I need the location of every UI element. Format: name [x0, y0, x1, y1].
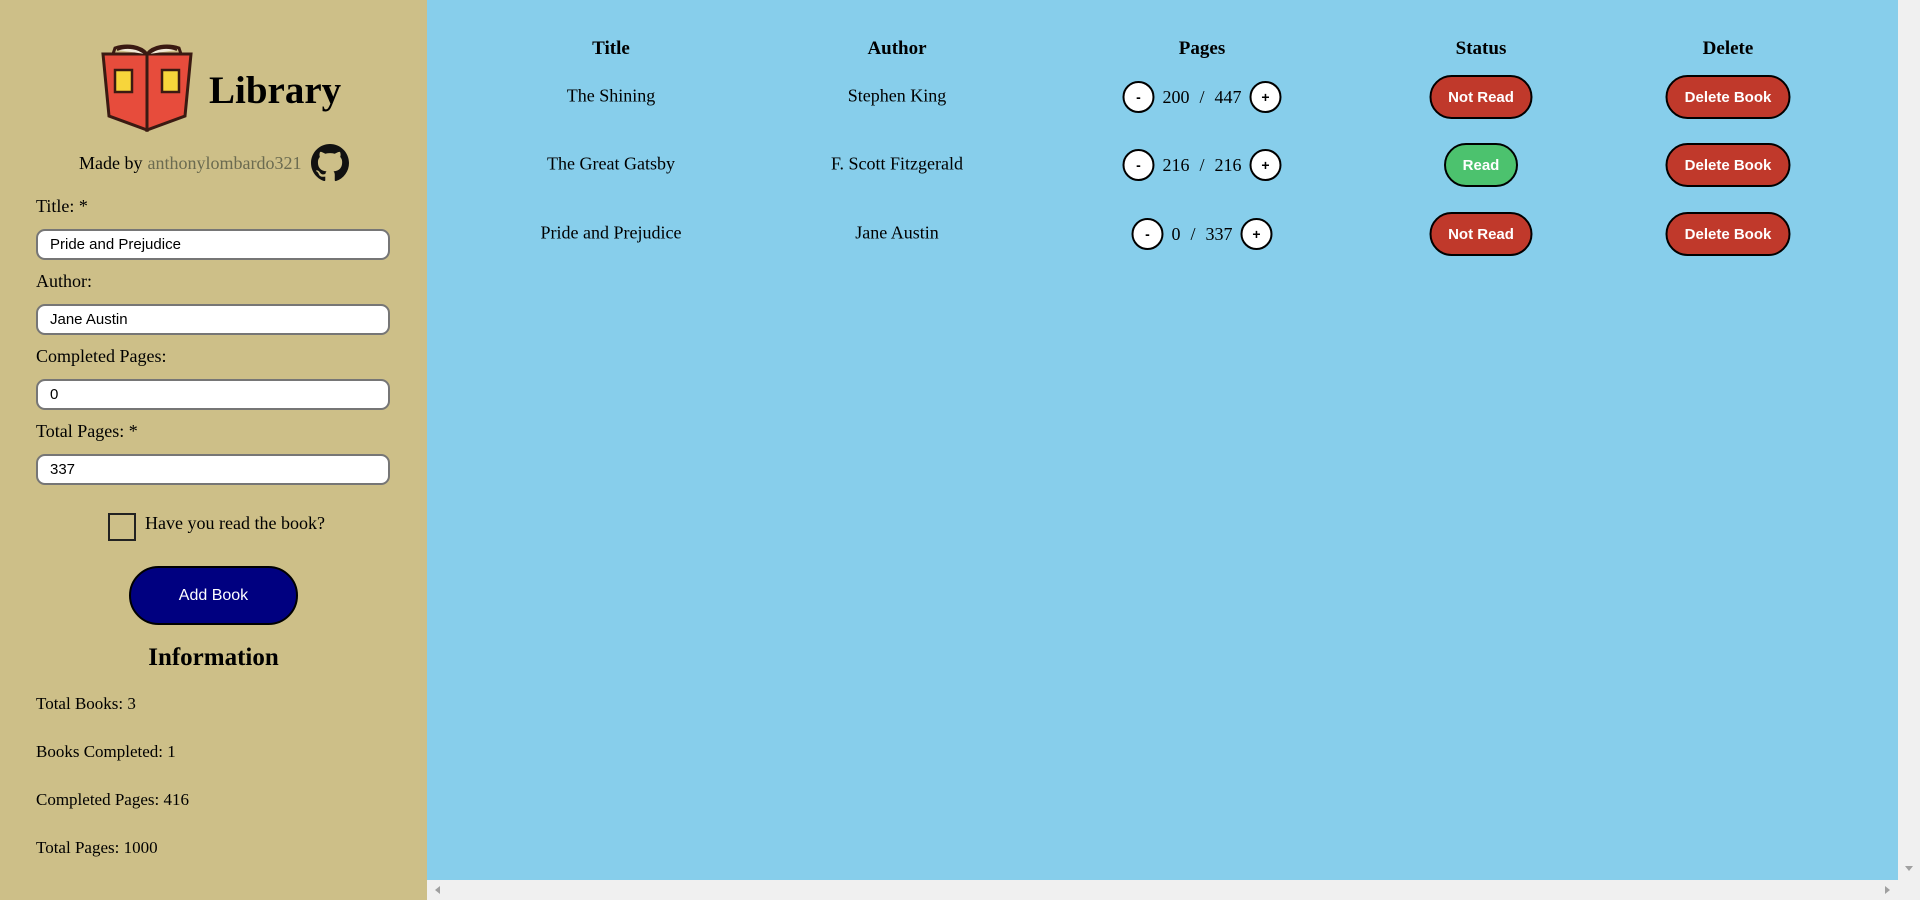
header-pages: Pages	[1178, 38, 1226, 59]
completed-pages-input[interactable]: 0	[36, 379, 390, 410]
author-link[interactable]: anthonylombardo321	[147, 153, 301, 174]
increment-pages-button[interactable]: +	[1240, 218, 1273, 250]
books-completed-stat: Books Completed: 1	[36, 742, 176, 761]
header-title: Title	[592, 38, 630, 59]
app-header: Library	[97, 40, 341, 137]
book-author-cell: F. Scott Fitzgerald	[830, 153, 964, 174]
information-heading: Information	[148, 644, 279, 671]
status-toggle-button[interactable]: Not Read	[1429, 75, 1533, 119]
total-books-stat: Total Books: 3	[36, 694, 136, 713]
completed-pages-label: Completed Pages:	[36, 346, 167, 366]
book-title-cell: The Great Gatsby	[547, 153, 675, 174]
app-title: Library	[209, 69, 342, 112]
pages-separator: /	[1199, 154, 1205, 175]
total-pages-value: 337	[1205, 223, 1233, 244]
pages-control: - 200 / 447 +	[1122, 81, 1282, 113]
author-label: Author:	[36, 271, 92, 291]
completed-pages-value: 200	[1162, 86, 1190, 107]
total-pages-value: 447	[1214, 86, 1242, 107]
credits: Made by anthonylombardo321	[79, 144, 350, 182]
read-checkbox-row: Have you read the book?	[108, 513, 325, 541]
read-checkbox[interactable]	[108, 513, 136, 541]
delete-book-button[interactable]: Delete Book	[1665, 75, 1791, 119]
pages-control: - 0 / 337 +	[1131, 218, 1273, 250]
completed-pages-value: 216	[1162, 154, 1190, 175]
completed-pages-stat: Completed Pages: 416	[36, 790, 189, 809]
increment-pages-button[interactable]: +	[1249, 149, 1282, 181]
status-toggle-button[interactable]: Read	[1444, 143, 1518, 187]
pages-separator: /	[1190, 223, 1196, 244]
header-delete: Delete	[1702, 38, 1754, 59]
author-input[interactable]: Jane Austin	[36, 304, 390, 335]
increment-pages-button[interactable]: +	[1249, 81, 1282, 113]
add-book-button[interactable]: Add Book	[129, 566, 298, 625]
decrement-pages-button[interactable]: -	[1122, 149, 1155, 181]
scroll-down-icon[interactable]	[1905, 866, 1913, 871]
book-title-cell: The Shining	[566, 85, 656, 106]
decrement-pages-button[interactable]: -	[1122, 81, 1155, 113]
header-status: Status	[1455, 38, 1507, 59]
book-author-cell: Stephen King	[847, 85, 947, 106]
title-input[interactable]: Pride and Prejudice	[36, 229, 390, 260]
open-book-icon	[97, 40, 197, 137]
decrement-pages-button[interactable]: -	[1131, 218, 1164, 250]
pages-separator: /	[1199, 86, 1205, 107]
pages-control: - 216 / 216 +	[1122, 149, 1282, 181]
vertical-scrollbar[interactable]	[1898, 0, 1920, 900]
scroll-left-icon[interactable]	[435, 886, 440, 894]
book-author-cell: Jane Austin	[855, 222, 939, 243]
made-by-text: Made by	[79, 152, 143, 173]
total-pages-label: Total Pages: *	[36, 421, 138, 441]
scroll-right-icon[interactable]	[1885, 886, 1890, 894]
title-label: Title: *	[36, 196, 88, 216]
horizontal-scrollbar[interactable]	[427, 880, 1898, 900]
header-author: Author	[867, 38, 927, 59]
total-pages-stat: Total Pages: 1000	[36, 838, 158, 857]
total-pages-input[interactable]: 337	[36, 454, 390, 485]
sidebar: Library Made by anthonylombardo321 Title…	[0, 0, 427, 900]
delete-book-button[interactable]: Delete Book	[1665, 212, 1791, 256]
completed-pages-value: 0	[1171, 223, 1181, 244]
status-toggle-button[interactable]: Not Read	[1429, 212, 1533, 256]
books-table: Title Author Pages Status Delete The Shi…	[427, 0, 1898, 880]
total-pages-value: 216	[1214, 154, 1242, 175]
github-icon[interactable]	[311, 144, 350, 182]
book-title-cell: Pride and Prejudice	[540, 222, 682, 243]
read-checkbox-label: Have you read the book?	[145, 513, 325, 533]
delete-book-button[interactable]: Delete Book	[1665, 143, 1791, 187]
